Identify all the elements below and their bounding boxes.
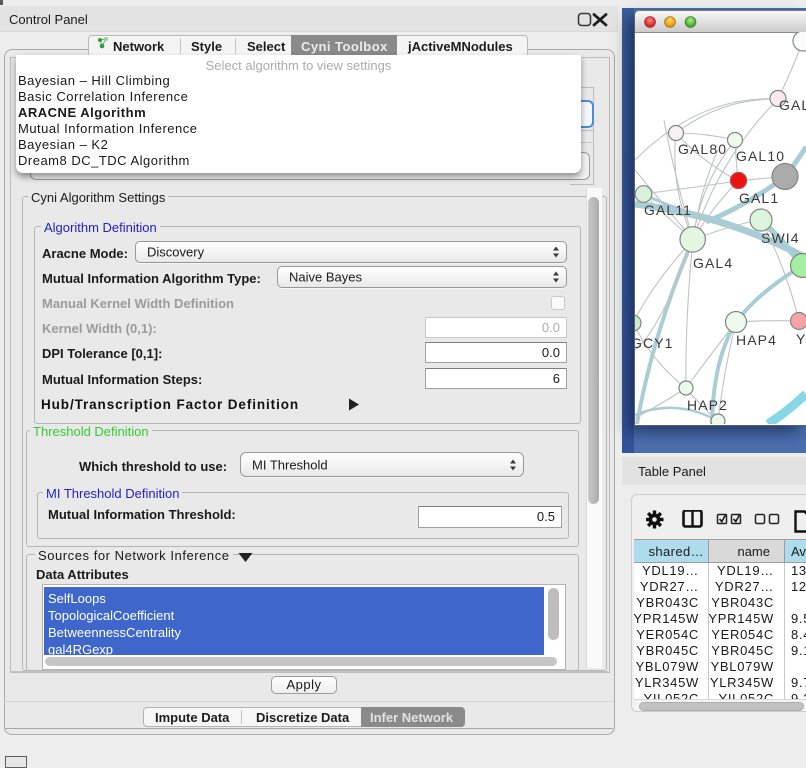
svg-text:GAL4: GAL4 [693, 255, 733, 271]
svg-text:GAL10: GAL10 [736, 148, 785, 164]
svg-text:GAL80: GAL80 [678, 141, 727, 157]
svg-text:HAP4: HAP4 [736, 332, 777, 348]
svg-text:GCY1: GCY1 [635, 335, 674, 351]
svg-text:GAL7: GAL7 [779, 97, 806, 113]
svg-text:Y: Y [796, 331, 806, 347]
svg-text:HAP2: HAP2 [687, 397, 728, 413]
svg-text:GAL11: GAL11 [644, 202, 692, 218]
svg-text:GAL1: GAL1 [739, 190, 779, 206]
svg-text:SWI4: SWI4 [761, 230, 800, 246]
